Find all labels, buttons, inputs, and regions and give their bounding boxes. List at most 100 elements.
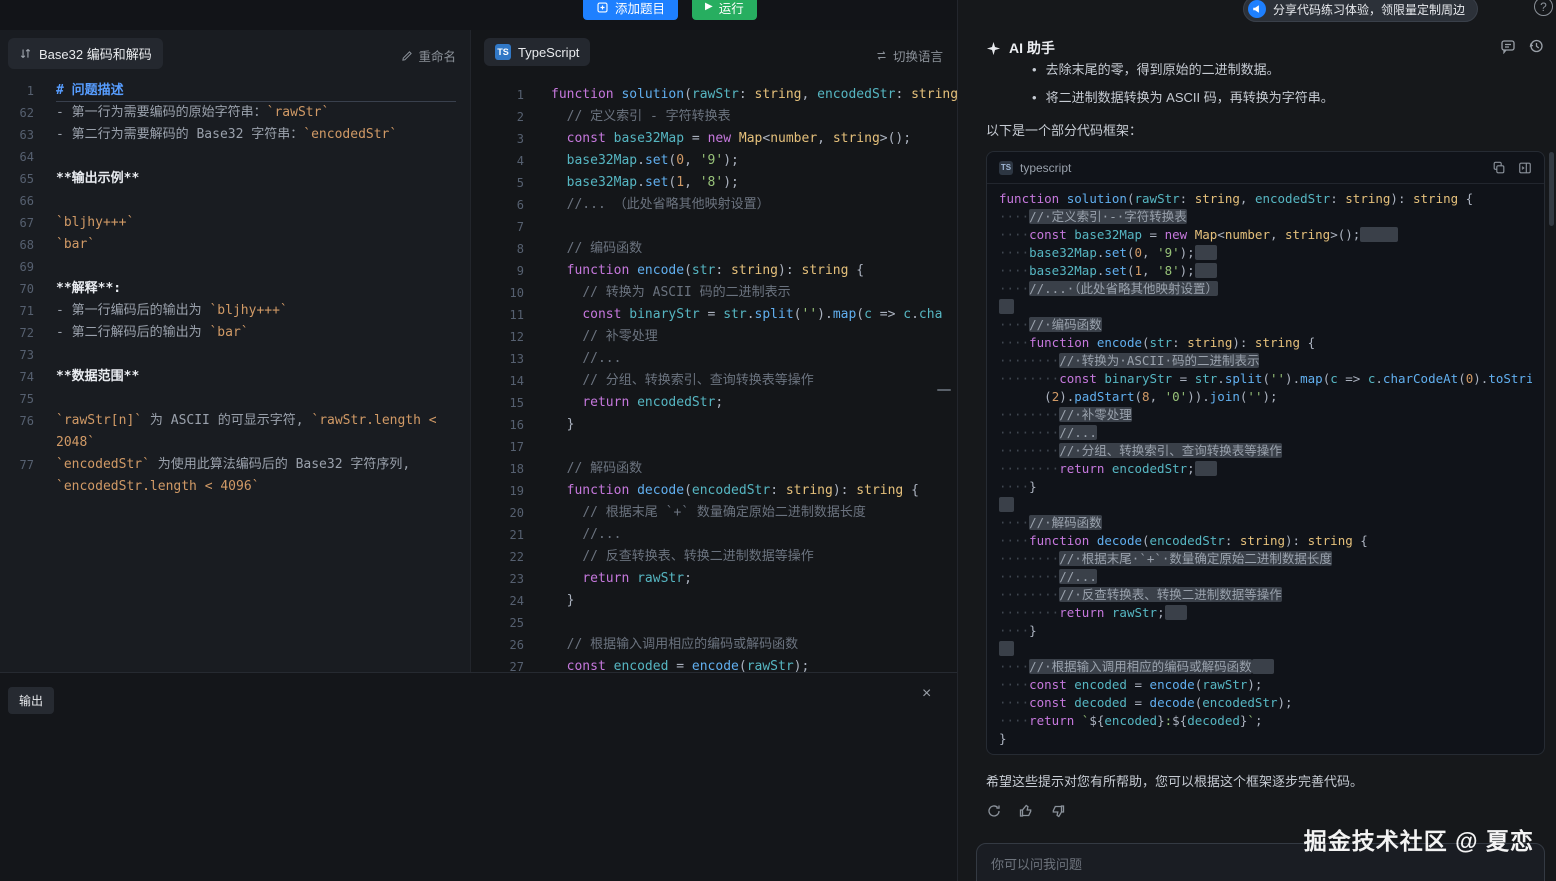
markdown-line: 62- 第一行为需要编码的原始字符串：`rawStr` [0,102,470,124]
promo-label: 分享代码练习体验，领限量定制周边 [1273,1,1465,18]
ai-code-line: ····base32Map.set(1, '8'); [999,262,1532,280]
add-question-button[interactable]: 添加题目 [583,0,678,20]
ai-code-line: ····function encode(str: string): string… [999,334,1532,352]
ai-code-line [999,640,1532,658]
code-line: 20 // 根据末尾 `+` 数量确定原始二进制数据长度 [471,502,957,524]
markdown-line: 74**数据范围** [0,366,470,388]
line-number: 77 [0,454,34,476]
ai-code-line: ····const encoded = encode(rawStr); [999,676,1532,694]
thumbs-up-icon[interactable] [1018,803,1034,819]
bullet-icon: • [1032,56,1037,84]
code-line: 4 base32Map.set(0, '9'); [471,150,957,172]
line-number: 2 [471,106,524,128]
run-label: 运行 [719,0,744,17]
line-number: 5 [471,172,524,194]
ai-panel-actions [1500,38,1544,54]
ai-code-content[interactable]: function solution(rawStr: string, encode… [987,184,1544,754]
bullet-icon: • [1032,84,1037,112]
line-number: 13 [471,348,524,370]
problem-title: Base32 编码和解码 [39,44,152,63]
line-number: 1 [0,80,34,102]
code-line: 22 // 反查转换表、转换二进制数据等操作 [471,546,957,568]
code-editor[interactable]: 1function solution(rawStr: string, encod… [471,84,957,672]
ai-code-line: ····//·定义索引·-·字符转换表 [999,208,1532,226]
code-block-language: typescript [1020,161,1071,175]
ai-code-line: ····//·编码函数 [999,316,1532,334]
line-number: 18 [471,458,524,480]
code-line: 19 function decode(encodedStr: string): … [471,480,957,502]
code-line: 27 const encoded = encode(rawStr); [471,656,957,672]
ai-code-line: ····base32Map.set(0, '9'); [999,244,1532,262]
copy-icon[interactable] [1492,161,1506,175]
problem-title-chip[interactable]: Base32 编码和解码 [8,38,163,69]
switch-language-label: 切换语言 [893,46,943,65]
pencil-icon [401,50,413,62]
feedback-icon[interactable] [1500,38,1516,54]
output-panel: 输出 × [0,672,957,881]
line-number: 4 [471,150,524,172]
code-line: 18 // 解码函数 [471,458,957,480]
ai-code-line: ····//...·（此处省略其他映射设置） [999,280,1532,298]
code-line: 1function solution(rawStr: string, encod… [471,84,957,106]
code-line: 16 } [471,414,957,436]
markdown-line: 68`bar` [0,234,470,256]
ai-code-line: (2).padStart(8, '0')).join(''); [999,388,1532,406]
line-number: 3 [471,128,524,150]
ai-code-line: ········return encodedStr; [999,460,1532,478]
code-practice-app: 添加题目 ▶ 运行 分享代码练习体验，领限量定制周边 ? Base32 编码和解… [0,0,1556,881]
line-number: 72 [0,322,34,344]
run-button[interactable]: ▶ 运行 [692,0,757,20]
ai-response-area: • 去除末尾的零，得到原始的二进制数据。 • 将二进制数据转换为 ASCII 码… [986,56,1545,881]
code-line: 6 //... （此处省略其他映射设置） [471,194,957,216]
ai-code-line: ········return rawStr; [999,604,1532,622]
markdown-line: 64 [0,146,470,168]
line-number: 20 [471,502,524,524]
rename-button[interactable]: 重命名 [401,46,456,65]
ai-panel-title: AI 助手 [1009,38,1055,58]
markdown-line: 77`encodedStr` 为使用此算法编码后的 Base32 字符序列, [0,454,470,476]
sort-icon [19,47,32,60]
ai-code-block: TS typescript function solution(rawStr: … [986,151,1545,755]
line-number: 15 [471,392,524,414]
markdown-line: 73 [0,344,470,366]
line-number: 1 [471,84,524,106]
history-icon[interactable] [1528,38,1544,54]
scroll-indicator[interactable] [937,389,951,391]
language-tab[interactable]: TS TypeScript [484,38,590,66]
insert-to-editor-icon[interactable] [1518,161,1532,175]
code-line: 13 //... [471,348,957,370]
ai-bullet-text: 将二进制数据转换为 ASCII 码，再转换为字符串。 [1046,84,1334,112]
line-number: 8 [471,238,524,260]
markdown-line: 2048` [0,432,470,454]
problem-markdown-editor[interactable]: 1# 问题描述62- 第一行为需要编码的原始字符串：`rawStr`63- 第二… [0,80,470,672]
language-label: TypeScript [518,45,579,60]
line-number: 10 [471,282,524,304]
line-number: 25 [471,612,524,634]
line-number: 74 [0,366,34,388]
code-block-actions [1492,161,1532,175]
regenerate-icon[interactable] [986,803,1002,819]
scrollbar-thumb[interactable] [1549,152,1554,226]
line-number: 27 [471,656,524,672]
line-number: 26 [471,634,524,656]
thumbs-down-icon[interactable] [1050,803,1066,819]
code-line: 21 //... [471,524,957,546]
code-line: 3 const base32Map = new Map<number, stri… [471,128,957,150]
problem-panel: Base32 编码和解码 重命名 1# 问题描述62- 第一行为需要编码的原始字… [0,30,470,672]
ai-intro-text: 以下是一个部分代码框架： [986,122,1545,139]
promo-banner-button[interactable]: 分享代码练习体验，领限量定制周边 [1243,0,1478,22]
output-tab-label: 输出 [19,694,43,708]
ai-code-line: ····//·根据输入调用相应的编码或解码函数 [999,658,1532,676]
ai-code-line: ········//·转换为·ASCII·码的二进制表示 [999,352,1532,370]
ai-code-line: ········//·补零处理 [999,406,1532,424]
markdown-line: 1# 问题描述 [0,80,470,102]
code-line: 11 const binaryStr = str.split('').map(c… [471,304,957,326]
ai-outro-text: 希望这些提示对您有所帮助，您可以根据这个框架逐步完善代码。 [986,773,1545,790]
close-output-button[interactable]: × [922,685,931,703]
code-block-header: TS typescript [987,152,1544,184]
line-number: 14 [471,370,524,392]
switch-language-button[interactable]: 切换语言 [875,46,943,65]
ai-code-line: ····const base32Map = new Map<number, st… [999,226,1532,244]
markdown-line: 70**解释**: [0,278,470,300]
output-tab[interactable]: 输出 [8,687,54,714]
